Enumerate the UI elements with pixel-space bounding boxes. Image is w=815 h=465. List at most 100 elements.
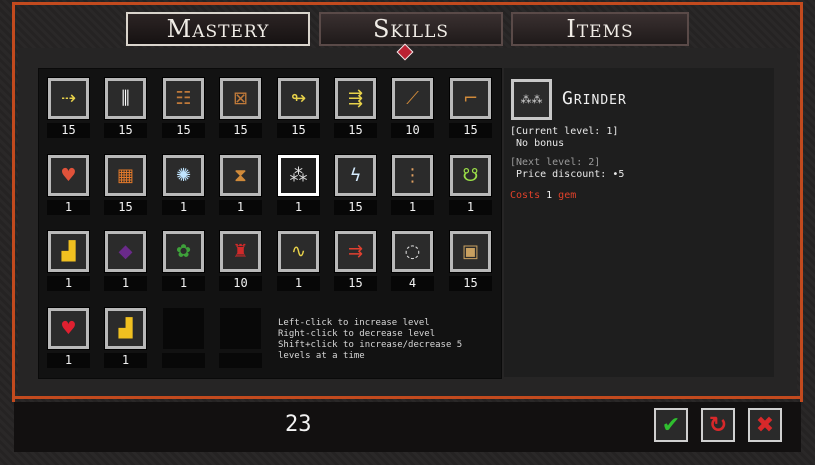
mastery-cell[interactable]: ✺ 1 (162, 154, 205, 215)
mastery-level-count: 1 (449, 200, 492, 215)
gold-stacks-icon[interactable]: ▟ (47, 230, 90, 273)
mastery-cell[interactable]: ↬ 15 (277, 77, 320, 138)
mastery-level-count: 15 (449, 276, 492, 291)
reset-icon: ↻ (708, 412, 728, 438)
mastery-level-count: 15 (449, 123, 492, 138)
mastery-level-count: 15 (277, 123, 320, 138)
mastery-level-count: 1 (219, 200, 262, 215)
ring-icon[interactable]: ◌ (391, 230, 434, 273)
arrow-spiral-icon[interactable]: ↬ (277, 77, 320, 120)
current-bonus: No bonus (510, 138, 565, 149)
lightning-figure-icon[interactable]: ϟ (334, 154, 377, 197)
mastery-cell[interactable]: ⊠ 15 (219, 77, 262, 138)
cost-prefix: Costs (510, 190, 547, 201)
mastery-level-count: 15 (219, 123, 262, 138)
mastery-cell[interactable]: ⇶ 15 (334, 77, 377, 138)
frog-icon[interactable]: ✿ (162, 230, 205, 273)
cost-suffix: gem (552, 190, 577, 201)
multi-arrow-icon[interactable]: ⇶ (334, 77, 377, 120)
crate-icon[interactable]: ⊠ (219, 77, 262, 120)
grinder-icon[interactable]: ⁂ (277, 154, 320, 197)
mastery-cell[interactable]: ϟ 15 (334, 154, 377, 215)
mastery-cell[interactable]: ☋ 1 (449, 154, 492, 215)
mastery-cell[interactable]: ◌ 4 (391, 230, 434, 291)
mastery-level-count: 1 (104, 276, 147, 291)
dark-orb-icon[interactable]: ◆ (104, 230, 147, 273)
mastery-cell[interactable]: ⋮ 1 (391, 154, 434, 215)
mastery-level-count: 1 (391, 200, 434, 215)
mastery-level-count: 1 (277, 200, 320, 215)
fire-grid-icon[interactable]: ▦ (104, 154, 147, 197)
dash-arrows-icon[interactable]: ⇢ (47, 77, 90, 120)
current-level-label: [Current level: 1] (510, 126, 619, 137)
mastery-cell[interactable]: ⌐ 15 (449, 77, 492, 138)
mastery-cell[interactable]: ⫼ 15 (104, 77, 147, 138)
mastery-cell[interactable]: ⁂ 1 (277, 154, 320, 215)
mastery-level-count: 15 (334, 276, 377, 291)
mastery-cell[interactable]: ♜ 10 (219, 230, 262, 291)
tab-mastery[interactable]: Mastery (126, 12, 310, 46)
mastery-cell[interactable]: ☷ 15 (162, 77, 205, 138)
red-figure-icon[interactable]: ♜ (219, 230, 262, 273)
ice-burst-icon[interactable]: ✺ (162, 154, 205, 197)
frame-border-left (12, 2, 15, 402)
tab-items[interactable]: Items (511, 12, 689, 46)
detail-title: Grinder (562, 88, 627, 109)
mastery-cell[interactable]: ⟋ 10 (391, 77, 434, 138)
mastery-level-count: 1 (47, 276, 90, 291)
mastery-cell[interactable]: ♥ 1 (47, 154, 90, 215)
mastery-level-count: 15 (334, 200, 377, 215)
frame-border-bottom (12, 396, 803, 399)
cancel-button[interactable]: ✖ (748, 408, 782, 442)
reset-button[interactable]: ↻ (701, 408, 735, 442)
mastery-cell[interactable]: ▟ 1 (47, 230, 90, 291)
heart-gem-icon[interactable]: ♥ (47, 154, 90, 197)
mastery-level-count: 15 (104, 200, 147, 215)
next-bonus: Price discount: •5 (510, 169, 625, 180)
empty-slot (163, 308, 204, 349)
mastery-level-count: 10 (391, 123, 434, 138)
confirm-button[interactable]: ✔ (654, 408, 688, 442)
help-text: Left-click to increase level Right-click… (278, 318, 463, 361)
mastery-level-count: 1 (277, 276, 320, 291)
mastery-level-count: 1 (162, 200, 205, 215)
mastery-level-count: 4 (391, 276, 434, 291)
tab-skills[interactable]: Skills (319, 12, 503, 46)
totem-icon[interactable]: ⧗ (219, 154, 262, 197)
mastery-level-count: 15 (334, 123, 377, 138)
mastery-cell[interactable]: ▦ 15 (104, 154, 147, 215)
mastery-level-count: 1 (47, 353, 90, 368)
staircase-icon[interactable]: ⟋ (391, 77, 434, 120)
mastery-cell[interactable]: ♥ 1 (47, 307, 90, 368)
checkmark-icon: ✔ (661, 412, 681, 438)
demon-mask-icon[interactable]: ☋ (449, 154, 492, 197)
frame-border-right (800, 2, 803, 402)
mastery-detail-panel: ⁂⁂ Grinder [Current level: 1] No bonus [… (504, 68, 774, 377)
rack-icon[interactable]: ⋮ (391, 154, 434, 197)
heart-icon[interactable]: ♥ (47, 307, 90, 350)
mastery-cell[interactable]: ⧗ 1 (219, 154, 262, 215)
mastery-level-count: 15 (104, 123, 147, 138)
close-icon: ✖ (755, 412, 775, 438)
mastery-cell[interactable]: ▣ 15 (449, 230, 492, 291)
mastery-cell[interactable]: ◆ 1 (104, 230, 147, 291)
mastery-cell (162, 308, 205, 368)
mastery-cell[interactable]: ⇢ 15 (47, 77, 90, 138)
fire-arrows-icon[interactable]: ⇉ (334, 230, 377, 273)
chest-icon[interactable]: ▣ (449, 230, 492, 273)
mastery-cell (219, 308, 262, 368)
mastery-cell[interactable]: ✿ 1 (162, 230, 205, 291)
frame-border-top (14, 2, 801, 5)
whip-icon[interactable]: ∿ (277, 230, 320, 273)
grinder-icon: ⁂⁂ (511, 79, 552, 120)
triple-bars-icon[interactable]: ⫼ (104, 77, 147, 120)
mastery-cell[interactable]: ▟ 1 (104, 307, 147, 368)
boot-icon[interactable]: ⌐ (449, 77, 492, 120)
mastery-cell[interactable]: ⇉ 15 (334, 230, 377, 291)
gold-stacks-icon[interactable]: ▟ (104, 307, 147, 350)
ladder-icon[interactable]: ☷ (162, 77, 205, 120)
mastery-cell[interactable]: ∿ 1 (277, 230, 320, 291)
empty-slot (220, 308, 261, 349)
mastery-level-count: 10 (219, 276, 262, 291)
mastery-level-count: 15 (47, 123, 90, 138)
